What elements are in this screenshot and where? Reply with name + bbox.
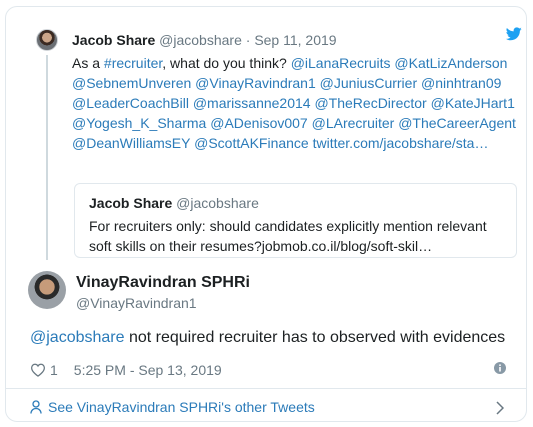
mention-link[interactable]: @JuniusCurrier <box>320 75 417 91</box>
mention-link[interactable]: @iLanaRecruits <box>291 55 391 71</box>
mention-link[interactable]: @ninhtran09 <box>421 75 501 91</box>
tweet-actions: 1 5:25 PM - Sep 13, 2019 <box>30 360 222 380</box>
hashtag-link[interactable]: #recruiter <box>104 55 162 71</box>
parent-text-prefix: As a <box>72 55 104 71</box>
quoted-author-handle: @jacobshare <box>176 195 259 211</box>
see-other-tweets-label[interactable]: See VinayRavindran SPHRi's other Tweets <box>48 399 315 415</box>
reply-author-name[interactable]: VinayRavindran SPHRi <box>76 273 250 293</box>
quoted-tweet-text: For recruiters only: should candidates e… <box>89 218 487 254</box>
like-count[interactable]: 1 <box>50 362 58 378</box>
parent-text-question: , what do you think? <box>162 55 291 71</box>
tweet-card: Jacob Share @jacobshare · Sep 11, 2019 A… <box>5 6 527 422</box>
parent-author-handle[interactable]: @jacobshare <box>159 32 242 48</box>
mention-link[interactable]: @ScottAKFinance <box>194 135 309 151</box>
parent-tweet-header: Jacob Share @jacobshare · Sep 11, 2019 <box>72 31 337 49</box>
mention-link[interactable]: @KateJHart1 <box>431 95 515 111</box>
mention-link[interactable]: @LArecruiter <box>312 115 395 131</box>
mention-link[interactable]: @Yogesh_K_Sharma <box>72 115 206 131</box>
twitter-bird-icon[interactable] <box>506 27 522 41</box>
footer-divider <box>6 388 526 389</box>
chevron-right-icon[interactable] <box>496 401 504 415</box>
parent-separator: · <box>245 32 251 48</box>
info-icon[interactable] <box>494 362 506 374</box>
thread-connector-line <box>46 55 48 260</box>
mention-link[interactable]: @VinayRavindran1 <box>195 75 316 91</box>
mention-link[interactable]: @ADenisov007 <box>210 115 308 131</box>
mention-link[interactable]: @marissanne2014 <box>193 95 311 111</box>
parent-tweet-date[interactable]: Sep 11, 2019 <box>254 32 336 48</box>
reply-tweet-text: @jacobshare not required recruiter has t… <box>30 327 505 349</box>
quoted-tweet-header: Jacob Share @jacobshare <box>89 194 259 212</box>
mention-link[interactable]: @LeaderCoachBill <box>72 95 189 111</box>
see-other-tweets-link[interactable]: See VinayRavindran SPHRi's other Tweets <box>30 399 315 415</box>
reply-author-handle[interactable]: @VinayRavindran1 <box>76 294 197 312</box>
tweet-url-link[interactable]: twitter.com/jacobshare/sta… <box>313 135 489 151</box>
parent-author-avatar[interactable] <box>36 29 58 51</box>
heart-icon[interactable] <box>30 363 46 377</box>
mention-link[interactable]: @DeanWilliamsEY <box>72 135 190 151</box>
mention-link[interactable]: @TheRecDirector <box>314 95 426 111</box>
parent-author-name[interactable]: Jacob Share <box>72 32 155 48</box>
mention-link[interactable]: @SebnemUnveren <box>72 75 191 91</box>
person-icon <box>30 400 42 414</box>
quoted-tweet[interactable]: Jacob Share @jacobshare For recruiters o… <box>74 183 517 258</box>
parent-tweet-text: As a #recruiter, what do you think? @iLa… <box>72 53 522 153</box>
reply-timestamp[interactable]: 5:25 PM - Sep 13, 2019 <box>74 362 222 378</box>
mention-link[interactable]: @TheCareerAgent <box>398 115 516 131</box>
mention-link[interactable]: @KatLizAnderson <box>394 55 507 71</box>
reply-body-text: not required recruiter has to observed w… <box>124 329 506 346</box>
reply-mention-link[interactable]: @jacobshare <box>30 329 125 346</box>
reply-author-avatar[interactable] <box>28 271 66 309</box>
quoted-author-name: Jacob Share <box>89 195 173 211</box>
